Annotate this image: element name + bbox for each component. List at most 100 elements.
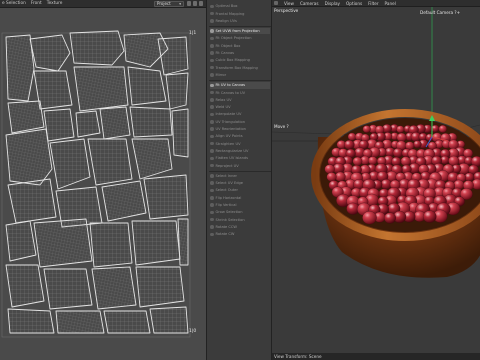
berry bbox=[344, 139, 355, 150]
command-item[interactable]: Align UV Points bbox=[210, 133, 270, 140]
command-label: Rotate CW bbox=[215, 232, 235, 237]
command-item[interactable]: Transform Box Mapping bbox=[210, 64, 270, 71]
uv-island[interactable] bbox=[55, 310, 105, 334]
command-item[interactable]: Realign UVs bbox=[210, 18, 270, 25]
command-item[interactable]: UV Reorientation bbox=[210, 126, 270, 133]
berry bbox=[413, 140, 422, 149]
vp-menu-display[interactable]: Display bbox=[325, 1, 340, 6]
uv-island[interactable] bbox=[99, 106, 131, 140]
uv-island[interactable] bbox=[5, 220, 37, 262]
zoom-icon[interactable] bbox=[193, 1, 197, 6]
uv-island[interactable] bbox=[129, 106, 173, 138]
vp-menu-view[interactable]: View bbox=[284, 1, 294, 6]
command-item[interactable]: Interpolate UV bbox=[210, 111, 270, 118]
uv-island[interactable] bbox=[29, 34, 71, 72]
uv-island[interactable] bbox=[135, 266, 185, 308]
chevron-down-icon: ▾ bbox=[179, 2, 181, 6]
uv-island[interactable] bbox=[7, 178, 57, 224]
vp-menu-options[interactable]: Options bbox=[346, 1, 362, 6]
viewport-panel[interactable]: View Cameras Display Options Filter Pane… bbox=[272, 0, 480, 360]
settings-icon[interactable] bbox=[199, 1, 203, 6]
command-icon bbox=[210, 112, 214, 117]
vp-menu-panel[interactable]: Panel bbox=[385, 1, 396, 6]
command-item[interactable]: Fit Canvas bbox=[210, 50, 270, 57]
uv-island[interactable] bbox=[127, 66, 167, 106]
command-label: Align UV Points bbox=[215, 134, 243, 139]
command-item[interactable]: Select Inner bbox=[210, 173, 270, 180]
uv-island[interactable] bbox=[91, 266, 137, 310]
uv-island[interactable] bbox=[143, 174, 189, 220]
uv-island[interactable] bbox=[43, 268, 93, 310]
project-select[interactable]: Project ▾ bbox=[154, 1, 184, 7]
uv-island[interactable] bbox=[43, 108, 75, 142]
viewport-camera-name[interactable]: Default Camera ?+ bbox=[420, 10, 460, 15]
uv-island[interactable] bbox=[149, 306, 189, 334]
command-label: Select UV Edge bbox=[215, 181, 244, 186]
uv-island[interactable] bbox=[69, 30, 125, 66]
uv-island[interactable] bbox=[89, 222, 133, 268]
command-item[interactable]: Reproject UV bbox=[210, 162, 270, 169]
vp-menu-cameras[interactable]: Cameras bbox=[300, 1, 319, 6]
command-icon bbox=[210, 149, 214, 153]
uv-editor-panel[interactable]: e Selection Front Texture Project ▾ 1|1 bbox=[0, 0, 206, 360]
uv-island[interactable] bbox=[165, 72, 189, 110]
uv-menu-front[interactable]: Front bbox=[31, 1, 42, 6]
command-item[interactable]: Fit Object Box bbox=[210, 43, 270, 50]
uv-island[interactable] bbox=[7, 100, 45, 134]
command-icon bbox=[210, 210, 214, 215]
command-item[interactable]: Relax UV bbox=[210, 97, 270, 104]
command-item[interactable]: Select UV Edge bbox=[210, 180, 270, 187]
vp-menu-filter[interactable]: Filter bbox=[368, 1, 378, 6]
command-icon bbox=[210, 181, 214, 185]
uv-island[interactable] bbox=[131, 220, 181, 266]
uv-island[interactable] bbox=[101, 180, 147, 222]
command-icon bbox=[210, 134, 214, 139]
uv-menu-texture[interactable]: Texture bbox=[47, 1, 63, 6]
command-item[interactable]: Set UVW from Projection bbox=[210, 27, 270, 35]
command-item[interactable]: Rectangularize UV bbox=[210, 148, 270, 155]
command-item[interactable]: UV Triangulation bbox=[210, 119, 270, 126]
command-item[interactable]: Rotate CCW bbox=[210, 224, 270, 231]
command-item[interactable]: Flip Vertical bbox=[210, 202, 270, 209]
command-item[interactable]: Fit Canvas to UV bbox=[210, 89, 270, 96]
command-item[interactable]: Fit Object Projection bbox=[210, 35, 270, 42]
uv-island[interactable] bbox=[5, 128, 53, 186]
uv-island[interactable] bbox=[157, 36, 189, 76]
command-item[interactable]: Mirror bbox=[210, 72, 270, 79]
uv-island[interactable] bbox=[7, 308, 55, 334]
command-icon bbox=[210, 174, 214, 178]
uv-island[interactable] bbox=[49, 138, 91, 190]
uv-island[interactable] bbox=[131, 138, 173, 180]
move-icon[interactable] bbox=[187, 1, 191, 6]
command-icon bbox=[210, 44, 214, 48]
command-item[interactable]: Grow Selection bbox=[210, 209, 270, 216]
command-item[interactable]: Optimal Box bbox=[210, 3, 270, 10]
command-item[interactable]: Fit UV to Canvas bbox=[210, 82, 270, 89]
uv-island[interactable] bbox=[75, 110, 101, 138]
command-item[interactable]: Flip Horizontal bbox=[210, 195, 270, 202]
command-item[interactable]: Straighten UV bbox=[210, 140, 270, 147]
command-icon bbox=[210, 203, 214, 207]
command-item[interactable]: Select Outer bbox=[210, 187, 270, 194]
uv-canvas[interactable]: 1|1 1|0 bbox=[0, 9, 206, 360]
command-item[interactable]: Weld UV bbox=[210, 104, 270, 111]
uv-toolbar bbox=[187, 1, 205, 7]
uv-menu-selection[interactable]: e Selection bbox=[2, 1, 26, 6]
uv-island[interactable] bbox=[73, 66, 129, 112]
command-item[interactable]: Rotate CW bbox=[210, 231, 270, 238]
command-item[interactable]: Frontal Mapping bbox=[210, 10, 270, 17]
command-label: Straighten UV bbox=[215, 141, 241, 146]
command-item[interactable]: Flatten UV Islands bbox=[210, 155, 270, 162]
uv-island[interactable] bbox=[5, 34, 35, 102]
uv-island[interactable] bbox=[103, 310, 151, 334]
uv-island[interactable] bbox=[5, 264, 45, 308]
uv-island[interactable] bbox=[177, 218, 189, 266]
command-item[interactable]: Cubic Box Mapping bbox=[210, 57, 270, 64]
uv-island[interactable] bbox=[33, 218, 93, 268]
viewport-grip-icon[interactable] bbox=[274, 1, 278, 5]
uv-island[interactable] bbox=[87, 138, 133, 186]
uv-island[interactable] bbox=[171, 108, 189, 158]
command-separator bbox=[209, 25, 271, 27]
viewport-canvas[interactable]: Perspective Default Camera ?+ Move ? bbox=[272, 7, 480, 353]
command-item[interactable]: Shrink Selection bbox=[210, 216, 270, 223]
